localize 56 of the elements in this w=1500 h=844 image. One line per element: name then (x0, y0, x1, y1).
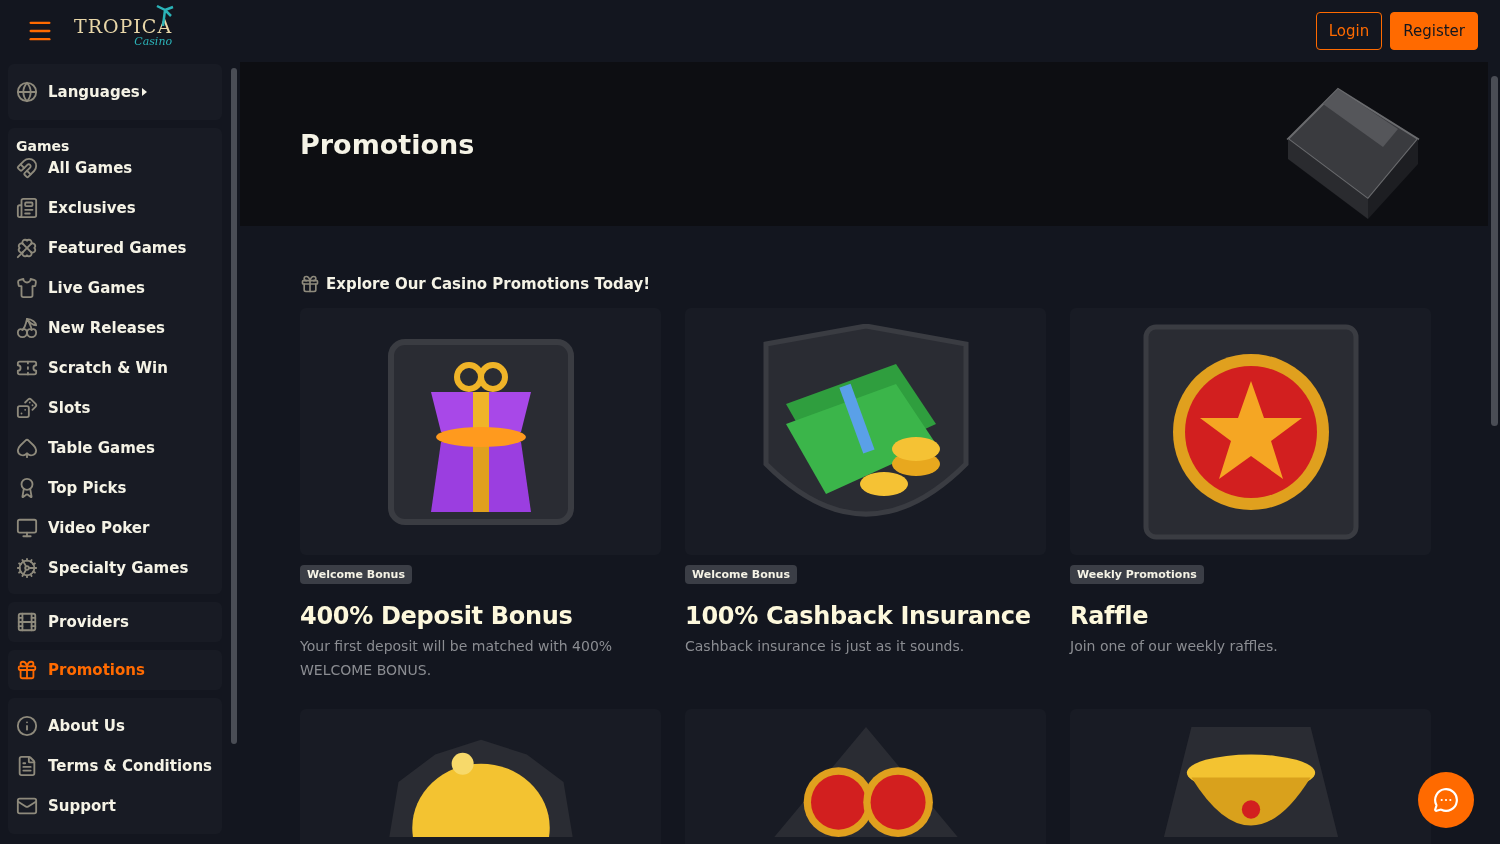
spade-card-icon (16, 437, 38, 459)
section-heading: Games (16, 138, 71, 154)
scrollbar[interactable] (1490, 76, 1498, 426)
sidebar-item[interactable]: Top Picks (16, 468, 214, 508)
sidebar-item[interactable]: Table Games (16, 428, 214, 468)
page-title: Promotions (300, 128, 475, 160)
category-tag: Welcome Bonus (300, 565, 412, 584)
chat-icon (1433, 787, 1459, 813)
sidebar-item[interactable]: Specialty Games (16, 548, 214, 588)
info-icon (16, 715, 38, 737)
cherry-icon (16, 317, 38, 339)
section-heading: Explore Our Casino Promotions Today! (326, 275, 650, 293)
sidebar-item[interactable]: Slots (16, 388, 214, 428)
category-tag: Welcome Bonus (685, 565, 797, 584)
register-button[interactable]: Register (1390, 12, 1478, 50)
monitor-icon (16, 517, 38, 539)
promo-title[interactable]: 400% Deposit Bonus (300, 602, 661, 630)
category-tag: Weekly Promotions (1070, 565, 1204, 584)
sidebar-item[interactable]: Scratch & Win (16, 348, 214, 388)
document-icon (16, 755, 38, 777)
logo-subtitle: Casino (134, 35, 173, 47)
promo-title[interactable]: 100% Cashback Insurance (685, 602, 1046, 630)
mail-icon (16, 795, 38, 817)
newspaper-icon (16, 197, 38, 219)
globe-icon (16, 81, 38, 103)
sidebar-item[interactable]: About Us (16, 706, 214, 746)
sidebar-item[interactable]: Terms & Conditions (16, 746, 214, 786)
caret-icon (141, 88, 147, 96)
logo-text[interactable]: TROPICA (74, 15, 173, 36)
film-reel-icon (16, 611, 38, 633)
sidebar-item[interactable]: Providers (16, 602, 214, 642)
sidebar-item[interactable]: Live Games (16, 268, 214, 308)
promo-description: Join one of our weekly raffles. (1070, 637, 1279, 656)
sidebar-item[interactable]: Exclusives (16, 188, 214, 228)
promo-description: Cashback insurance is just as it sounds. (685, 637, 966, 656)
shirt-icon (16, 277, 38, 299)
gift-icon (300, 274, 320, 294)
promo-image[interactable] (1070, 308, 1431, 555)
promo-title[interactable]: Raffle (1070, 602, 1431, 630)
clover-icon (16, 237, 38, 259)
promo-description: Your first deposit will be matched with 400% WELCOME BONUS. (300, 637, 614, 680)
languages-link[interactable]: Languages (16, 68, 214, 116)
dice-icon (16, 397, 38, 419)
magnet-icon (16, 157, 38, 179)
sidebar-item[interactable]: Video Poker (16, 508, 214, 548)
promo-image[interactable] (685, 308, 1046, 555)
cog-icon (16, 557, 38, 579)
gift-icon (16, 659, 38, 681)
chat-button[interactable] (1418, 772, 1474, 828)
sidebar-item[interactable]: Promotions (16, 650, 214, 690)
sidebar-item[interactable]: Support (16, 786, 214, 826)
sidebar-item[interactable]: Featured Games (16, 228, 214, 268)
promo-image[interactable] (300, 308, 661, 555)
scrollbar[interactable] (231, 68, 237, 744)
login-button[interactable]: Login (1315, 12, 1383, 50)
sidebar-item[interactable]: New Releases (16, 308, 214, 348)
